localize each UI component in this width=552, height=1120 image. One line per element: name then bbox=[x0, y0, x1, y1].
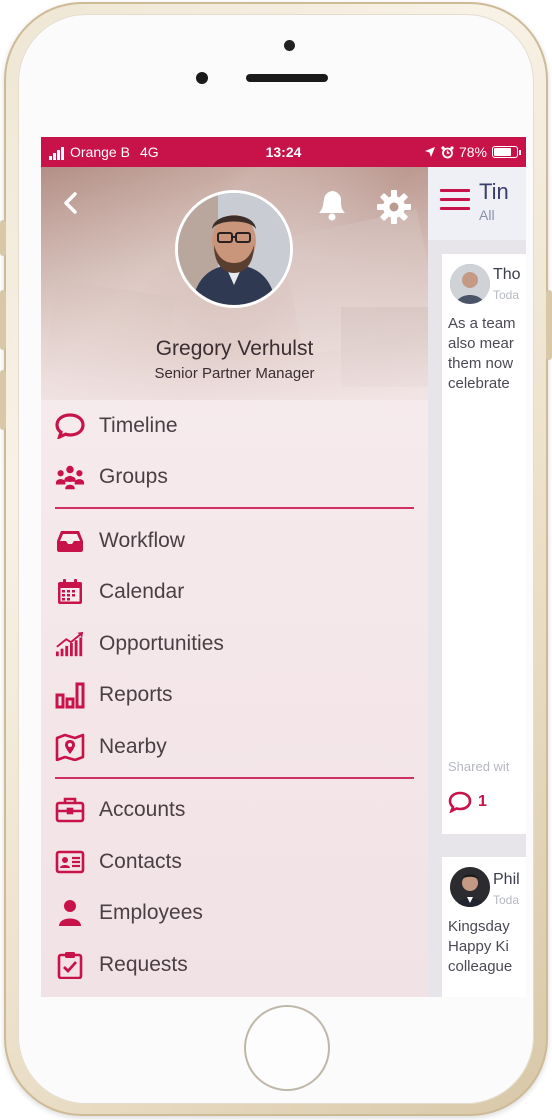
home-button[interactable] bbox=[244, 1005, 330, 1091]
post-shared-with: Shared wit bbox=[448, 759, 510, 774]
power-button[interactable] bbox=[546, 290, 552, 360]
post-card[interactable]: Tho Toda As a team also mear them now ce… bbox=[442, 254, 526, 834]
menu-item-label: Opportunities bbox=[99, 631, 224, 655]
briefcase-icon bbox=[55, 795, 85, 825]
status-indicators: 78% bbox=[424, 144, 521, 160]
menu-item-label: Groups bbox=[99, 465, 168, 489]
people-group-icon bbox=[55, 462, 85, 492]
navigation-drawer: Gregory Verhulst Senior Partner Manager … bbox=[41, 167, 428, 997]
menu-item-label: Calendar bbox=[99, 580, 185, 604]
menu-item-label: Nearby bbox=[99, 734, 167, 758]
menu-item-opportunities[interactable]: Opportunities bbox=[41, 618, 428, 670]
alarm-clock-icon bbox=[441, 145, 454, 158]
menu-item-label: Workflow bbox=[99, 528, 185, 552]
post-author[interactable]: Tho bbox=[493, 266, 521, 284]
timeline-header: Tin All bbox=[428, 167, 526, 240]
menu-item-employees[interactable]: Employees bbox=[41, 888, 428, 940]
battery-level-fill bbox=[494, 148, 512, 156]
avatar[interactable] bbox=[175, 190, 293, 308]
comment-icon bbox=[448, 791, 472, 813]
chevron-left-icon bbox=[64, 192, 77, 214]
menu-item-label: Reports bbox=[99, 683, 173, 707]
author-avatar[interactable] bbox=[450, 264, 490, 304]
profile-header: Gregory Verhulst Senior Partner Manager bbox=[41, 167, 428, 400]
timeline-filter[interactable]: All bbox=[479, 207, 495, 223]
menu-item-label: Employees bbox=[99, 901, 203, 925]
clipboard-check-icon bbox=[55, 950, 85, 980]
battery-percent: 78% bbox=[458, 144, 487, 160]
menu-item-reports[interactable]: Reports bbox=[41, 670, 428, 722]
settings-button[interactable] bbox=[376, 189, 412, 225]
app-screen: Orange B 4G 13:24 78% Gregory Verhulst S… bbox=[41, 137, 526, 997]
menu-item-label: Accounts bbox=[99, 798, 186, 822]
menu-item-contacts[interactable]: Contacts bbox=[41, 836, 428, 888]
menu-item-calendar[interactable]: Calendar bbox=[41, 567, 428, 619]
notifications-button[interactable] bbox=[311, 185, 351, 225]
mute-switch[interactable] bbox=[0, 220, 6, 256]
battery-icon bbox=[492, 146, 521, 158]
volume-up-button[interactable] bbox=[0, 290, 6, 350]
status-bar: Orange B 4G 13:24 78% bbox=[41, 137, 526, 167]
menu-item-nearby[interactable]: Nearby bbox=[41, 721, 428, 773]
contact-card-icon bbox=[55, 847, 85, 877]
front-camera bbox=[284, 40, 295, 51]
menu-item-label: Contacts bbox=[99, 849, 182, 873]
comment-count: 1 bbox=[478, 793, 487, 810]
profile-role: Senior Partner Manager bbox=[154, 365, 315, 382]
post-text-line: also mear bbox=[448, 335, 514, 352]
person-icon bbox=[55, 898, 85, 928]
earpiece-speaker bbox=[246, 74, 328, 82]
post-text-line: As a team bbox=[448, 315, 516, 332]
post-time: Toda bbox=[493, 288, 520, 302]
calendar-icon bbox=[55, 577, 85, 607]
comment-count-button[interactable]: 1 bbox=[448, 791, 487, 813]
bell-icon bbox=[319, 191, 345, 221]
trend-chart-icon bbox=[55, 629, 85, 659]
menu-item-label: Timeline bbox=[99, 413, 178, 437]
post-text-line: celebrate bbox=[448, 375, 510, 392]
chat-bubble-icon bbox=[55, 411, 85, 441]
location-arrow-icon bbox=[424, 147, 435, 157]
author-avatar[interactable] bbox=[450, 867, 490, 907]
proximity-sensor bbox=[196, 72, 208, 84]
profile-name: Gregory Verhulst bbox=[155, 337, 314, 360]
post-card[interactable]: Phil Toda Kingsday Happy Ki colleague bbox=[442, 857, 526, 997]
gear-icon bbox=[377, 190, 411, 224]
post-text-line: them now bbox=[448, 355, 514, 372]
back-button[interactable] bbox=[57, 189, 85, 217]
menu-item-accounts[interactable]: Accounts bbox=[41, 785, 428, 837]
menu-item-timeline[interactable]: Timeline bbox=[41, 400, 428, 452]
menu-item-label: Requests bbox=[99, 952, 188, 976]
menu-item-requests[interactable]: Requests bbox=[41, 939, 428, 991]
post-author[interactable]: Phil bbox=[493, 871, 520, 889]
bar-chart-icon bbox=[55, 680, 85, 710]
volume-down-button[interactable] bbox=[0, 370, 6, 430]
map-pin-icon bbox=[55, 732, 85, 762]
drawer-menu: Timeline Groups Workflow Calendar Opport… bbox=[41, 400, 428, 991]
inbox-tray-icon bbox=[55, 526, 85, 556]
menu-divider bbox=[55, 776, 414, 779]
post-time: Toda bbox=[493, 893, 520, 907]
post-text-line: colleague bbox=[448, 958, 513, 975]
menu-divider bbox=[55, 507, 414, 509]
menu-item-workflow[interactable]: Workflow bbox=[41, 515, 428, 567]
profile-photo bbox=[178, 193, 290, 305]
menu-item-groups[interactable]: Groups bbox=[41, 452, 428, 504]
page-title: Tin bbox=[479, 179, 509, 204]
post-text-line: Happy Ki bbox=[448, 938, 509, 955]
hamburger-menu-icon[interactable] bbox=[440, 189, 470, 213]
post-text-line: Kingsday bbox=[448, 918, 510, 935]
